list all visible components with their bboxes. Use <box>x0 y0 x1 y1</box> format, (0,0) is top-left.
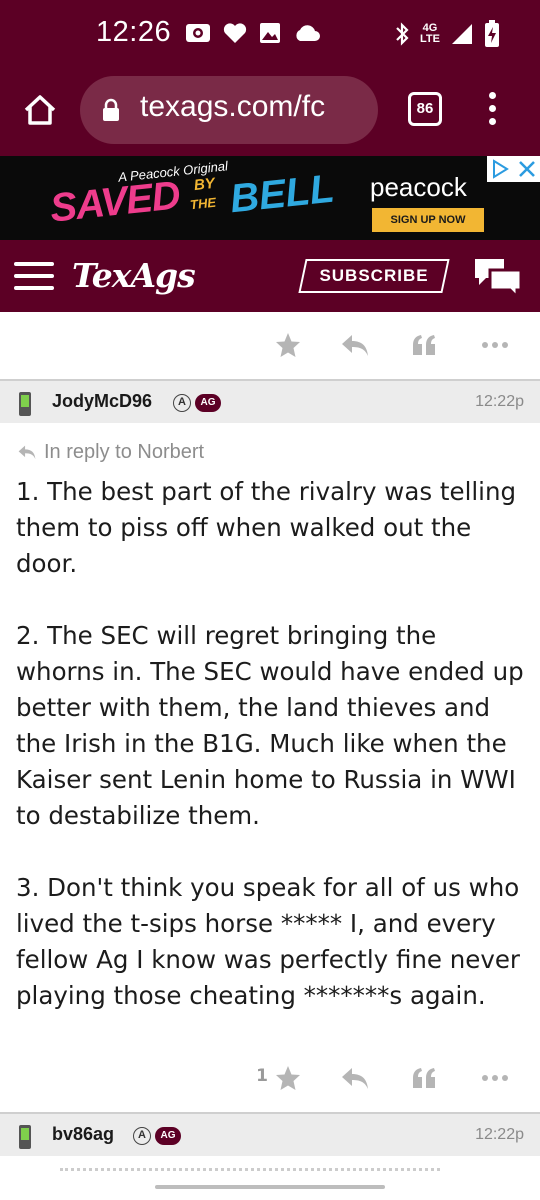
close-icon[interactable] <box>514 156 540 182</box>
post-author[interactable]: bv86ag <box>52 1124 114 1145</box>
menu-line <box>14 274 54 278</box>
adchoices-icon <box>493 159 509 179</box>
post-body: 1. The best part of the rivalry was tell… <box>16 474 528 1014</box>
reply-icon[interactable] <box>340 330 370 360</box>
post-paragraph: 3. Don't think you speak for all of us w… <box>16 873 521 1010</box>
chat-button[interactable] <box>472 256 524 301</box>
subscribe-label: SUBSCRIBE <box>319 266 429 285</box>
previous-post-actions <box>0 316 540 376</box>
url-field[interactable]: texags.com/fc <box>80 76 378 144</box>
ad-title-the: THE <box>189 194 217 213</box>
signal-icon <box>452 24 472 44</box>
cloud-icon <box>296 25 320 41</box>
lock-icon <box>103 98 119 121</box>
post-header: JodyMcD96 A AG 12:22p <box>0 379 540 423</box>
quote-icon[interactable] <box>410 1063 438 1093</box>
status-bar: 12:26 4G LTE <box>0 0 540 68</box>
network-type: 4G LTE <box>420 22 440 45</box>
ad-signup-button[interactable]: SIGN UP NOW <box>372 208 484 232</box>
status-time: 12:26 <box>96 16 172 48</box>
post-paragraph: 1. The best part of the rivalry was tell… <box>16 477 517 578</box>
next-post-text-cutoff <box>0 1168 540 1176</box>
more-vert-dot <box>488 118 496 125</box>
quote-icon[interactable] <box>410 330 438 360</box>
in-reply-label: In reply to Norbert <box>44 441 205 463</box>
ad-title-saved: SAVED <box>48 173 182 231</box>
bluetooth-icon <box>396 22 409 46</box>
reply-icon[interactable] <box>340 1063 370 1093</box>
star-icon[interactable] <box>274 330 302 360</box>
mobile-phone-icon <box>19 392 31 416</box>
ad-banner[interactable]: A Peacock Original SAVED BY THE BELL pea… <box>0 156 540 240</box>
ad-choices[interactable] <box>487 156 540 182</box>
ad-brand: peacock <box>370 172 467 202</box>
menu-line <box>14 262 54 266</box>
post-paragraph: 2. The SEC will regret bringing the whor… <box>16 621 524 830</box>
post-header: bv86ag A AG 12:22p <box>0 1112 540 1156</box>
battery-charging-icon <box>485 20 499 47</box>
hamburger-menu-button[interactable] <box>14 262 54 292</box>
star-icon[interactable] <box>274 1063 302 1093</box>
cutoff-text-edge <box>60 1168 440 1173</box>
ad-title-by: BY <box>193 174 216 195</box>
mobile-phone-icon <box>19 1125 31 1149</box>
status-system-icons: 4G LTE <box>394 20 500 48</box>
status-notification-icons <box>185 22 321 44</box>
chat-bubbles-icon <box>475 259 523 301</box>
browser-menu-button[interactable] <box>484 92 500 128</box>
heart-icon <box>223 23 247 43</box>
image-icon <box>260 23 280 43</box>
screen-record-icon <box>186 24 210 42</box>
badge-ag: AG <box>195 394 221 412</box>
ad-title-bell: BELL <box>227 166 337 222</box>
more-vert-dot <box>488 92 496 99</box>
reply-icon <box>18 445 36 460</box>
badge-ag: AG <box>155 1127 181 1145</box>
more-horizontal-icon[interactable] <box>480 330 510 360</box>
star-count: 1 <box>256 1066 268 1086</box>
gesture-navigation-bar[interactable] <box>155 1185 385 1189</box>
post-time: 12:22p <box>475 393 524 410</box>
menu-line <box>14 286 54 290</box>
badge-a: A <box>133 1127 151 1145</box>
post-time: 12:22p <box>475 1126 524 1143</box>
more-horizontal-icon[interactable] <box>480 1063 510 1093</box>
post-actions: 1 <box>0 1049 540 1109</box>
browser-toolbar: texags.com/fc 86 <box>0 68 540 156</box>
badge-a: A <box>173 394 191 412</box>
site-header: TexAgs SUBSCRIBE <box>0 240 540 312</box>
subscribe-button[interactable]: SUBSCRIBE <box>298 259 450 293</box>
url-text: texags.com/fc <box>140 90 326 123</box>
in-reply-link[interactable]: In reply to Norbert <box>16 441 204 464</box>
site-logo[interactable]: TexAgs <box>72 256 196 295</box>
more-vert-dot <box>488 105 496 112</box>
home-button[interactable] <box>20 90 60 130</box>
post-author[interactable]: JodyMcD96 <box>52 391 152 412</box>
tab-switcher-button[interactable]: 86 <box>408 92 442 126</box>
home-icon <box>24 95 56 125</box>
